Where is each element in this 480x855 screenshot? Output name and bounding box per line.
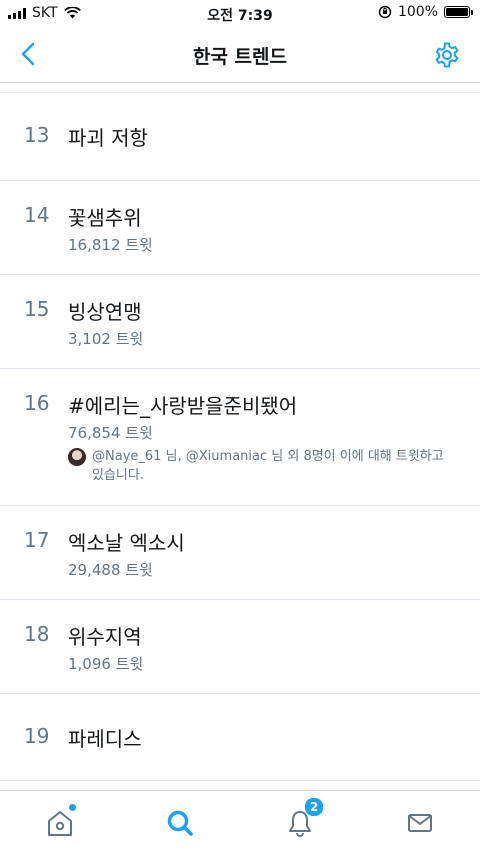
trend-item[interactable]: 13 파괴 저항 — [0, 93, 480, 181]
trend-name: 파레디스 — [68, 727, 142, 751]
trend-item[interactable]: 14 꽃샘추위 16,812 트윗 — [0, 181, 480, 275]
trend-tweet-count: 1,096 트윗 — [68, 655, 144, 673]
page-title: 한국 트렌드 — [192, 46, 287, 68]
settings-button[interactable] — [432, 40, 462, 70]
trend-tweet-count: 29,488 트윗 — [68, 561, 153, 579]
tab-search[interactable] — [162, 805, 198, 841]
trend-rank: 18 — [24, 622, 50, 646]
mail-icon — [408, 814, 432, 832]
trend-tweet-count: 3,102 트윗 — [68, 330, 144, 348]
new-content-dot — [68, 803, 77, 812]
trend-rank: 17 — [24, 528, 50, 552]
trend-rank: 16 — [24, 391, 50, 415]
tab-messages[interactable] — [402, 805, 438, 841]
home-icon — [48, 811, 72, 836]
tab-home[interactable] — [42, 803, 78, 841]
trend-item[interactable]: 18 위수지역 1,096 트윗 — [0, 600, 480, 694]
trend-rank: 19 — [24, 724, 50, 748]
status-right: 100% — [378, 4, 473, 20]
trend-item[interactable]: 19 파레디스 — [0, 694, 480, 781]
trend-context-text: @Naye_61 님, @Xiumaniac 님 외 8명이 이에 대해 트윗하… — [92, 449, 444, 483]
battery-icon — [444, 6, 473, 18]
avatar — [68, 448, 86, 466]
trend-name: 엑소날 엑소시 — [68, 531, 185, 555]
trend-rank: 15 — [24, 297, 50, 321]
trend-name: #에리는_사랑받을준비됐어 — [68, 394, 298, 418]
trend-item[interactable]: 16 #에리는_사랑받을준비됐어 76,854 트윗 @Naye_61 님, @… — [0, 369, 480, 506]
trend-tweet-count: 16,812 트윗 — [68, 236, 153, 254]
navigation-bar: 한국 트렌드 — [0, 28, 480, 83]
trend-name: 위수지역 — [68, 625, 142, 649]
search-icon — [167, 810, 193, 836]
notification-badge: 2 — [304, 797, 324, 817]
tab-bar: 2 — [0, 790, 480, 855]
trend-item[interactable]: 17 엑소날 엑소시 29,488 트윗 — [0, 506, 480, 600]
battery-percent: 100% — [397, 4, 438, 20]
tab-notifications[interactable]: 2 — [282, 797, 324, 841]
trend-list: 13 파괴 저항 14 꽃샘추위 16,812 트윗 15 빙상연맹 3,102… — [0, 93, 480, 781]
trend-name: 빙상연맹 — [68, 300, 142, 324]
gear-icon — [435, 42, 459, 68]
trend-rank: 14 — [24, 203, 50, 227]
trend-name: 꽃샘추위 — [68, 206, 142, 230]
orientation-lock-icon — [378, 5, 392, 19]
trend-tweet-count: 76,854 트윗 — [68, 424, 153, 442]
status-bar: SKT 오전 7:39 100% — [0, 0, 480, 28]
trend-rank: 13 — [24, 123, 50, 147]
trend-item[interactable]: 15 빙상연맹 3,102 트윗 — [0, 275, 480, 369]
trend-name: 파괴 저항 — [68, 126, 148, 150]
